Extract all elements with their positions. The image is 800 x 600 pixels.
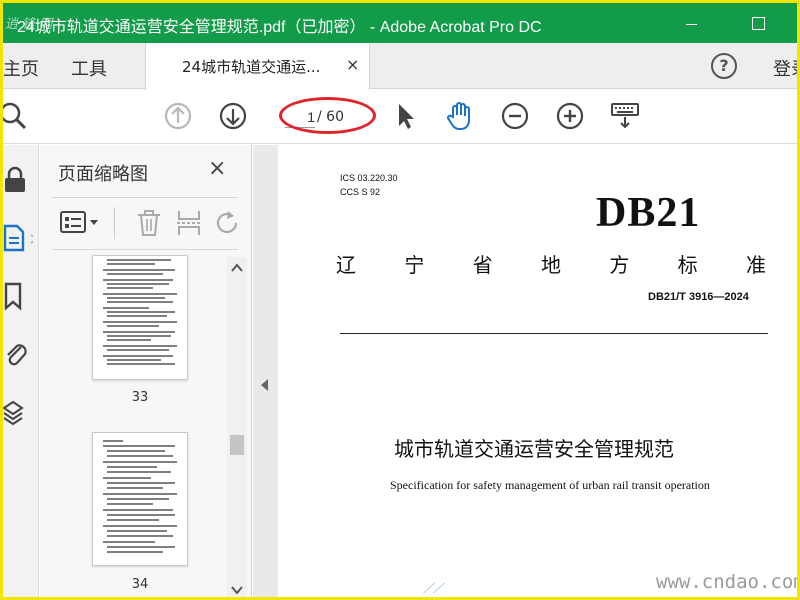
heading-char: 省 [472,253,493,277]
bookmark-icon[interactable] [3,281,33,311]
panel-divider [52,197,238,198]
toolbar: / 60 [3,90,797,144]
heading-char: 宁 [404,253,425,277]
site-watermark: www.cndao.com [656,571,797,593]
layers-icon[interactable] [3,399,33,429]
close-panel-icon[interactable]: × [208,156,226,181]
home-tab[interactable]: 主页 [3,55,39,81]
minimize-button[interactable] [668,3,714,43]
keyboard-icon[interactable] [609,100,641,132]
thumbnail-scrollbar[interactable] [227,257,247,597]
page-up-icon[interactable] [162,100,194,132]
extract-page-icon[interactable] [176,209,202,237]
standard-code: DB21 [596,190,701,236]
heading-char: 地 [540,253,561,277]
delete-page-icon[interactable] [136,209,162,237]
panel-tools [52,205,238,241]
panel-divider-2 [52,249,238,250]
ics-code: ICS 03.220.30 [340,173,398,183]
scroll-down-icon[interactable] [230,583,244,597]
heading-char: 方 [609,253,630,277]
login-button[interactable]: 登录 [773,55,797,81]
maximize-button[interactable] [734,3,780,43]
window-title: 24城市轨道交通运营安全管理规范.pdf（已加密） - Adobe Acroba… [17,19,542,36]
collapse-arrow-icon [261,379,268,391]
panel-title: 页面缩略图 [58,164,148,185]
ccs-code: CCS S 92 [340,187,381,197]
province-standard-heading: 辽 宁 省 地 方 标 准 [336,249,766,278]
scroll-thumb[interactable] [230,435,244,455]
menu-tab-row: 主页 工具 24城市轨道交通运... × ? 登录 [3,43,797,90]
attachment-icon[interactable] [3,339,33,369]
page-thumbnail[interactable] [92,432,188,566]
highlight-ellipse [279,97,376,134]
tools-tab[interactable]: 工具 [71,55,107,81]
help-icon[interactable]: ? [711,53,737,79]
document-title-cn: 城市轨道交通运营安全管理规范 [394,437,674,461]
heading-char: 准 [745,253,766,277]
scroll-up-icon[interactable] [230,261,244,275]
standard-number: DB21/T 3916—2024 [648,291,749,303]
thumbnail-text-lines [103,259,177,365]
options-menu-icon[interactable] [60,209,104,237]
search-icon[interactable] [3,100,29,132]
page-thumbnails-icon[interactable] [3,223,33,253]
document-tab-label: 24城市轨道交通运... [182,58,321,76]
left-rail [3,145,39,597]
title-bar: 逍 锋 网 24城市轨道交通运营安全管理规范.pdf（已加密） - Adobe … [3,3,797,43]
panel-collapse-handle[interactable] [253,145,278,597]
heading-char: 标 [677,253,698,277]
rotate-page-icon[interactable] [214,209,240,237]
close-tab-icon[interactable]: × [346,55,359,74]
page-down-icon[interactable] [217,100,249,132]
thumbnail-page-number: 34 [131,577,149,592]
zoom-out-icon[interactable] [499,100,531,132]
app-window: 逍 锋 网 24城市轨道交通运营安全管理规范.pdf（已加密） - Adobe … [3,3,797,597]
thumbnail-page-number: 33 [131,390,149,405]
document-title-en: Specification for safety management of u… [390,478,710,492]
header-rule [340,333,768,334]
document-tab[interactable]: 24城市轨道交通运... × [145,43,370,90]
tools-divider [114,207,115,239]
zoom-in-icon[interactable] [554,100,586,132]
thumbnails-panel: 页面缩略图 × 33 34 [40,145,252,597]
select-arrow-icon[interactable] [390,100,422,132]
lock-icon[interactable] [3,165,33,195]
thumbnail-text-lines [103,440,177,553]
document-page: ICS 03.220.30 CCS S 92 DB21 辽 宁 省 地 方 标 … [278,145,797,597]
heading-char: 辽 [336,253,356,277]
hand-icon[interactable] [444,100,476,132]
page-thumbnail[interactable] [92,255,188,380]
faint-mark: ⟋⟋ [423,581,443,597]
